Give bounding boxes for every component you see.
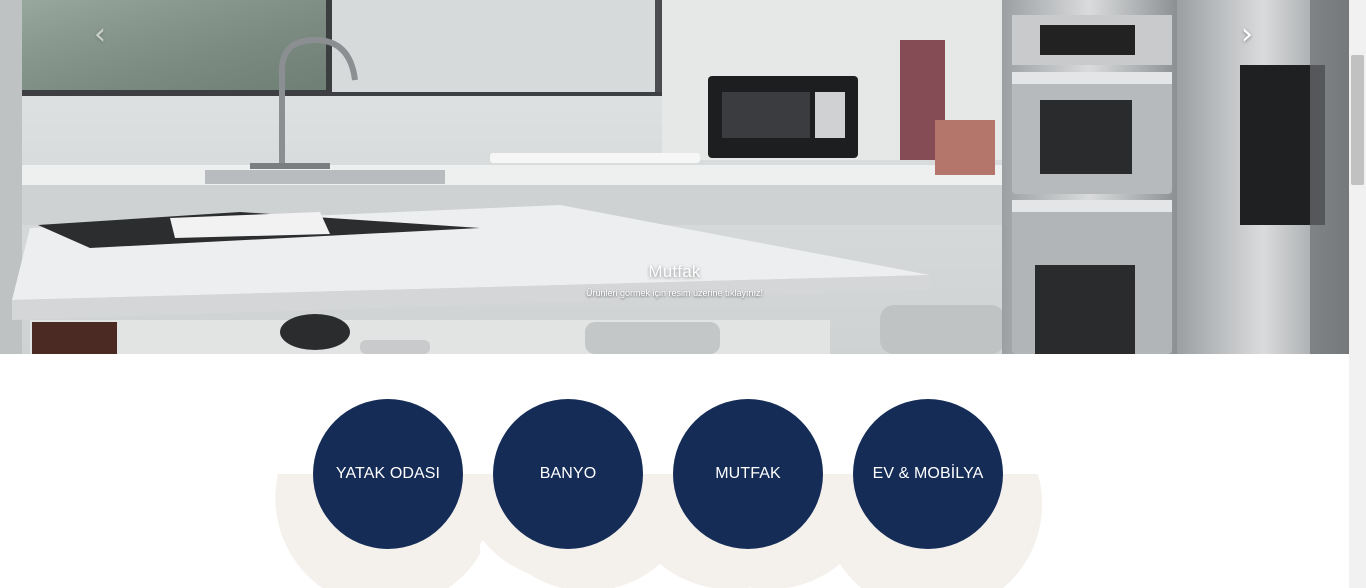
category-section: YATAK ODASI BANYO MUTFAK EV & MOBİLYA: [0, 354, 1349, 588]
scrollbar-thumb[interactable]: [1351, 55, 1364, 185]
category-mutfak[interactable]: MUTFAK: [673, 399, 823, 549]
category-label: MUTFAK: [715, 465, 781, 482]
hero-image[interactable]: [0, 0, 1349, 354]
category-label: BANYO: [539, 465, 597, 482]
page-scrollbar[interactable]: [1349, 0, 1366, 588]
category-ev-mobilya[interactable]: EV & MOBİLYA: [853, 399, 1003, 549]
category-label: YATAK ODASI: [335, 465, 441, 482]
chevron-left-icon: ‹: [94, 17, 106, 52]
carousel-next-button[interactable]: ›: [1229, 18, 1265, 52]
carousel-prev-button[interactable]: ‹: [82, 18, 118, 52]
chevron-right-icon: ›: [1241, 17, 1253, 52]
hero-carousel[interactable]: Mutfak Ürünleri görmek için resim üzerin…: [0, 0, 1349, 354]
category-banyo[interactable]: BANYO: [493, 399, 643, 549]
category-label: EV & MOBİLYA: [872, 465, 984, 482]
category-yatak-odasi[interactable]: YATAK ODASI: [313, 399, 463, 549]
